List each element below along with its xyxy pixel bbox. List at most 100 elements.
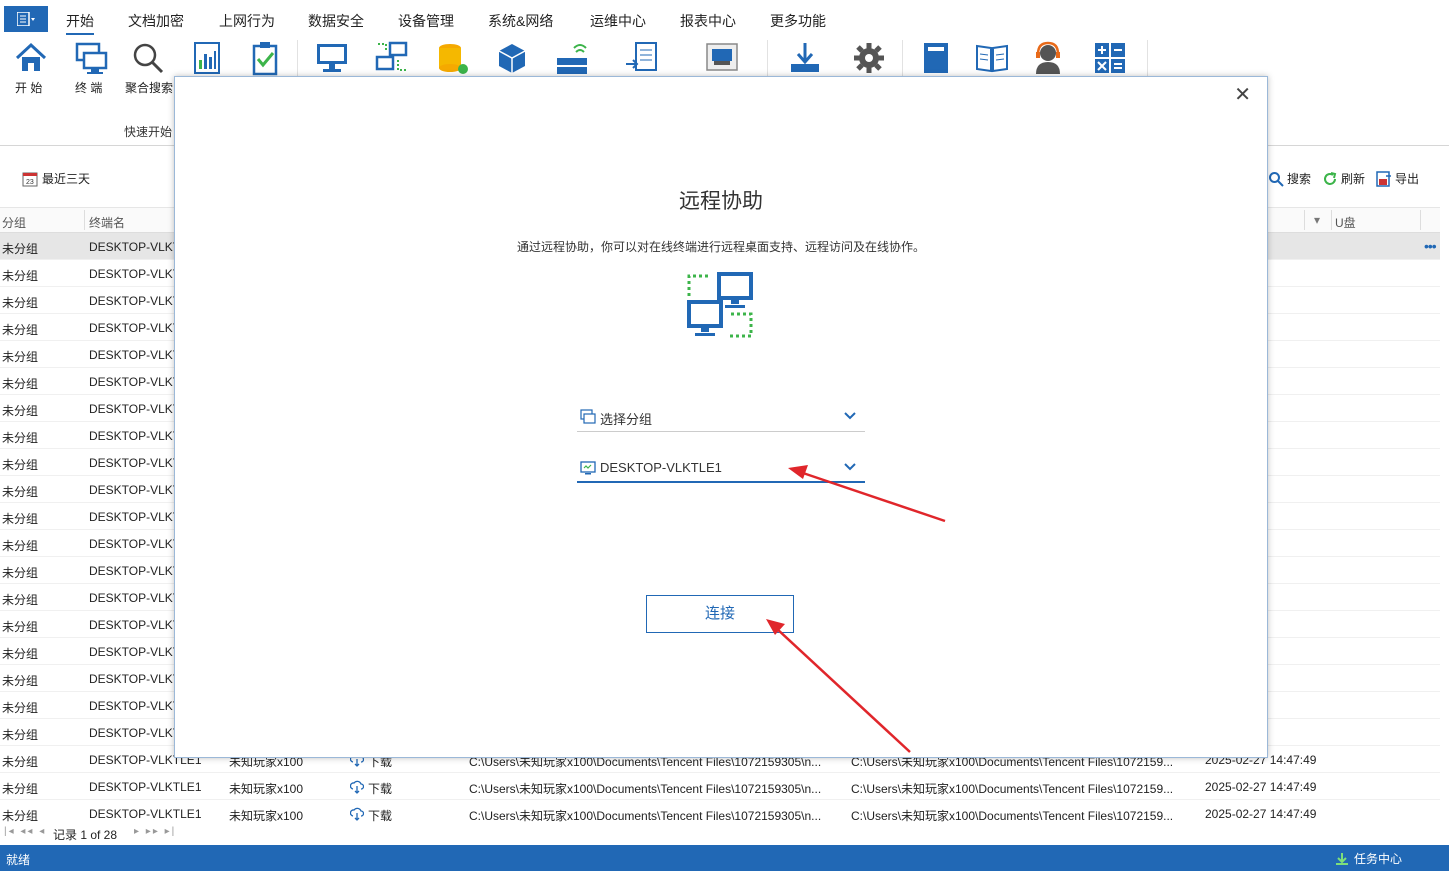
headset-support-icon: [1036, 41, 1060, 74]
chevron-down-icon: [844, 463, 856, 471]
terminal-icon: [75, 42, 108, 74]
download-tool[interactable]: [783, 40, 827, 76]
refresh-button[interactable]: 刷新: [1322, 170, 1365, 187]
cell-group: 未分组: [2, 404, 39, 418]
cell-group: 未分组: [2, 728, 39, 742]
guide-tool[interactable]: [970, 40, 1014, 76]
home-tool[interactable]: [9, 40, 53, 76]
calculator-icon: [1095, 43, 1125, 73]
open-book-icon: [976, 44, 1008, 73]
export-button[interactable]: 导出: [1376, 170, 1419, 187]
status-bar: 就绪 任务中心: [0, 845, 1449, 871]
group-icon: [580, 409, 596, 424]
download-icon: [791, 43, 819, 72]
column-divider[interactable]: [1420, 210, 1421, 230]
gear-icon: [854, 43, 884, 73]
search-icon: [1269, 171, 1284, 187]
file-transfer-icon: [626, 42, 657, 71]
table-row[interactable]: 未分组 DESKTOP-VLKTLE1 未知玩家x100 下载 C:\Users\未知玩…: [0, 800, 1440, 827]
cell-source-path: C:\Users\未知玩家x100\Documents\Tencent File…: [469, 809, 822, 823]
cell-action: 下载: [368, 782, 393, 796]
tab-report-center[interactable]: 报表中心: [680, 11, 736, 31]
tab-home[interactable]: 开始: [66, 11, 94, 35]
tab-system-network[interactable]: 系统&网络: [488, 11, 553, 31]
cell-group: 未分组: [2, 242, 39, 256]
terminal-select[interactable]: DESKTOP-VLKTLE1: [577, 453, 865, 483]
search-tool-label: 聚合搜索: [125, 81, 174, 95]
column-filter-icon[interactable]: ▾: [1314, 213, 1320, 227]
cell-source-path: C:\Users\未知玩家x100\Documents\Tencent File…: [469, 782, 822, 796]
cell-group: 未分组: [2, 296, 39, 310]
monitor-tool[interactable]: [310, 40, 354, 76]
pager: |◂ ◂◂ ◂ 记录 1 of 28 ▸ ▸▸ ▸|: [0, 825, 1449, 843]
tab-ops-center[interactable]: 运维中心: [590, 11, 646, 31]
svg-text:23: 23: [26, 179, 34, 186]
terminal-select-value: DESKTOP-VLKTLE1: [600, 460, 722, 475]
dialog-description: 通过远程协助，你可以对在线终端进行远程桌面支持、远程访问及在线协作。: [516, 240, 925, 254]
cell-user: 未知玩家x100: [229, 809, 304, 823]
cell-action: 下载: [368, 809, 393, 823]
cell-group: 未分组: [2, 674, 39, 688]
pager-record-text: 记录 1 of 28: [53, 828, 118, 842]
audit-tool[interactable]: [243, 40, 287, 76]
terminal-tool[interactable]: [69, 40, 113, 76]
calculator-tool[interactable]: [1088, 40, 1132, 76]
tab-more-features[interactable]: 更多功能: [770, 11, 826, 31]
tab-doc-encryption[interactable]: 文档加密: [128, 11, 184, 31]
ribbon-group-label: 快速开始: [124, 125, 173, 139]
database-tool[interactable]: [430, 40, 474, 76]
tab-web-behavior[interactable]: 上网行为: [219, 11, 275, 31]
task-center-label: 任务中心: [1354, 852, 1403, 866]
chevron-down-icon: [844, 412, 856, 420]
date-range-label: 最近三天: [42, 172, 91, 186]
pager-next-controls[interactable]: ▸ ▸▸ ▸|: [134, 826, 176, 837]
network-tool[interactable]: [550, 40, 594, 76]
app-menu-button[interactable]: [4, 6, 48, 32]
manual-tool[interactable]: [914, 40, 958, 76]
status-text: 就绪: [6, 853, 31, 867]
column-divider[interactable]: [1331, 210, 1332, 230]
book-icon: [924, 43, 948, 73]
report-chart-icon: [194, 42, 220, 74]
task-center-button[interactable]: 任务中心: [1335, 850, 1402, 867]
settings-tool[interactable]: [847, 40, 891, 76]
database-icon: [439, 44, 468, 74]
group-select[interactable]: 选择分组: [577, 402, 865, 432]
monitor-icon: [317, 44, 347, 72]
column-header-usb[interactable]: U盘: [1335, 214, 1356, 231]
close-icon[interactable]: ✕: [1234, 85, 1251, 105]
remote-tool[interactable]: [370, 40, 414, 76]
menu-icon: [17, 12, 35, 26]
cell-group: 未分组: [2, 458, 39, 472]
support-tool[interactable]: [1026, 40, 1070, 76]
clipboard-check-icon: [252, 42, 278, 76]
calendar-icon: 23: [22, 172, 38, 186]
cell-group: 未分组: [2, 350, 39, 364]
remote-assist-dialog: ✕ 远程协助 通过远程协助，你可以对在线终端进行远程桌面支持、远程访问及在线协作…: [174, 76, 1268, 758]
column-header-group[interactable]: 分组: [2, 214, 26, 231]
report-tool[interactable]: [185, 40, 229, 76]
date-range-button[interactable]: 23 最近三天: [22, 170, 90, 187]
ethernet-icon: [706, 43, 738, 71]
cell-group: 未分组: [2, 269, 39, 283]
package-tool[interactable]: [490, 40, 534, 76]
column-header-name[interactable]: 终端名: [89, 214, 125, 231]
computer-icon: [580, 461, 596, 475]
file-transfer-tool[interactable]: [620, 40, 664, 76]
pager-prev-controls[interactable]: |◂ ◂◂ ◂: [4, 826, 46, 837]
column-divider[interactable]: [1304, 210, 1305, 230]
cell-time: 2025-02-27 14:47:49: [1205, 807, 1317, 821]
connect-button[interactable]: 连接: [646, 595, 794, 633]
cell-group: 未分组: [2, 539, 39, 553]
refresh-icon: [1324, 171, 1337, 185]
column-divider[interactable]: [84, 210, 85, 230]
tab-device-management[interactable]: 设备管理: [398, 11, 454, 31]
search-tool[interactable]: [126, 40, 170, 76]
ethernet-tool[interactable]: [700, 40, 744, 76]
group-select-placeholder: 选择分组: [600, 412, 653, 427]
table-row[interactable]: 未分组 DESKTOP-VLKTLE1 未知玩家x100 下载 C:\Users\未知玩…: [0, 773, 1440, 800]
tab-data-security[interactable]: 数据安全: [308, 11, 364, 31]
remote-desktop-icon: [687, 272, 753, 338]
search-button[interactable]: 搜索: [1268, 170, 1311, 187]
row-more-icon[interactable]: •••: [1424, 238, 1437, 254]
